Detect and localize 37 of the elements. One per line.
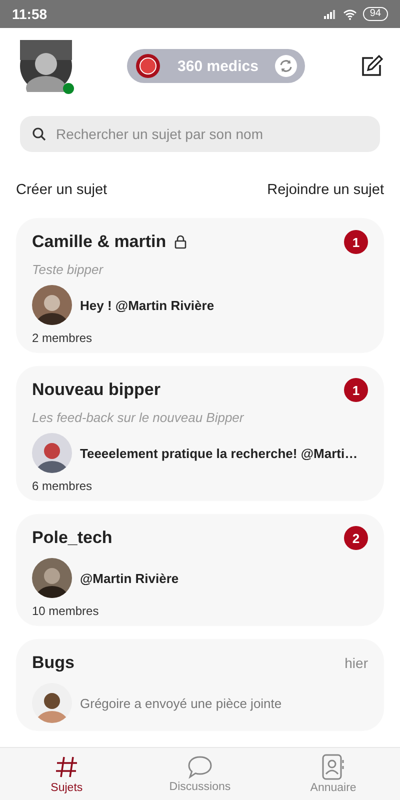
nav-tab[interactable]: Sujets [12, 748, 122, 800]
member-count: 10 membres [32, 604, 100, 618]
member-count: 6 membres [32, 479, 94, 493]
signal-icon [322, 9, 337, 19]
topic-description: Les feed-back sur le nouveau Bipper [32, 410, 245, 425]
search-input[interactable]: Rechercher un sujet par son nom [54, 125, 368, 143]
contact-book-icon [321, 754, 346, 780]
topic-action-link[interactable]: Rejoindre un sujet [267, 182, 384, 198]
topic-card[interactable]: Nouveau bipper 1 Les feed-back sur le nouveau Bipper Teeeelement pratique la recherche! @Marti… 6 membres [16, 366, 384, 501]
topic-card[interactable]: Camille & martin 1 Teste bipper Hey ! @Martin Rivière 2 membres [16, 218, 384, 353]
member-count: 2 membres [32, 331, 94, 345]
unread-count: 2 [344, 526, 368, 550]
unread-count: 1 [344, 230, 368, 254]
compose-icon[interactable] [360, 54, 384, 78]
last-message: Teeeelement pratique la recherche! @Marti… [80, 446, 358, 460]
topic-title: Nouveau bipper [32, 380, 160, 400]
battery-level: 94 [362, 7, 388, 21]
topic-time: hier [344, 655, 368, 671]
logo-icon [135, 53, 161, 79]
topic-card[interactable]: Bugs hier Grégoire a envoyé une pièce jointe [16, 639, 384, 731]
search-icon [32, 127, 46, 141]
last-message: @Martin Rivière [80, 570, 179, 586]
status-time: 11:58 [12, 6, 48, 22]
last-message: Grégoire a envoyé une pièce jointe [80, 696, 282, 710]
topic-title: Pole_tech [32, 528, 112, 548]
topic-action-link[interactable]: Créer un sujet [16, 182, 108, 198]
topic-card[interactable]: Pole_tech 2 @Martin Rivière 10 membres [16, 514, 384, 626]
topic-description: Teste bipper [32, 262, 104, 277]
chat-bubble-icon [186, 755, 213, 779]
wifi-icon [342, 8, 357, 20]
last-message: Hey ! @Martin Rivière [80, 298, 214, 312]
refresh-icon[interactable] [275, 55, 297, 77]
hashtag-icon [54, 754, 80, 780]
topic-title: Camille & martin [32, 232, 166, 252]
unread-count: 1 [344, 378, 368, 402]
search-field[interactable]: Rechercher un sujet par son nom [20, 116, 380, 152]
topic-title: Bugs [32, 653, 74, 673]
